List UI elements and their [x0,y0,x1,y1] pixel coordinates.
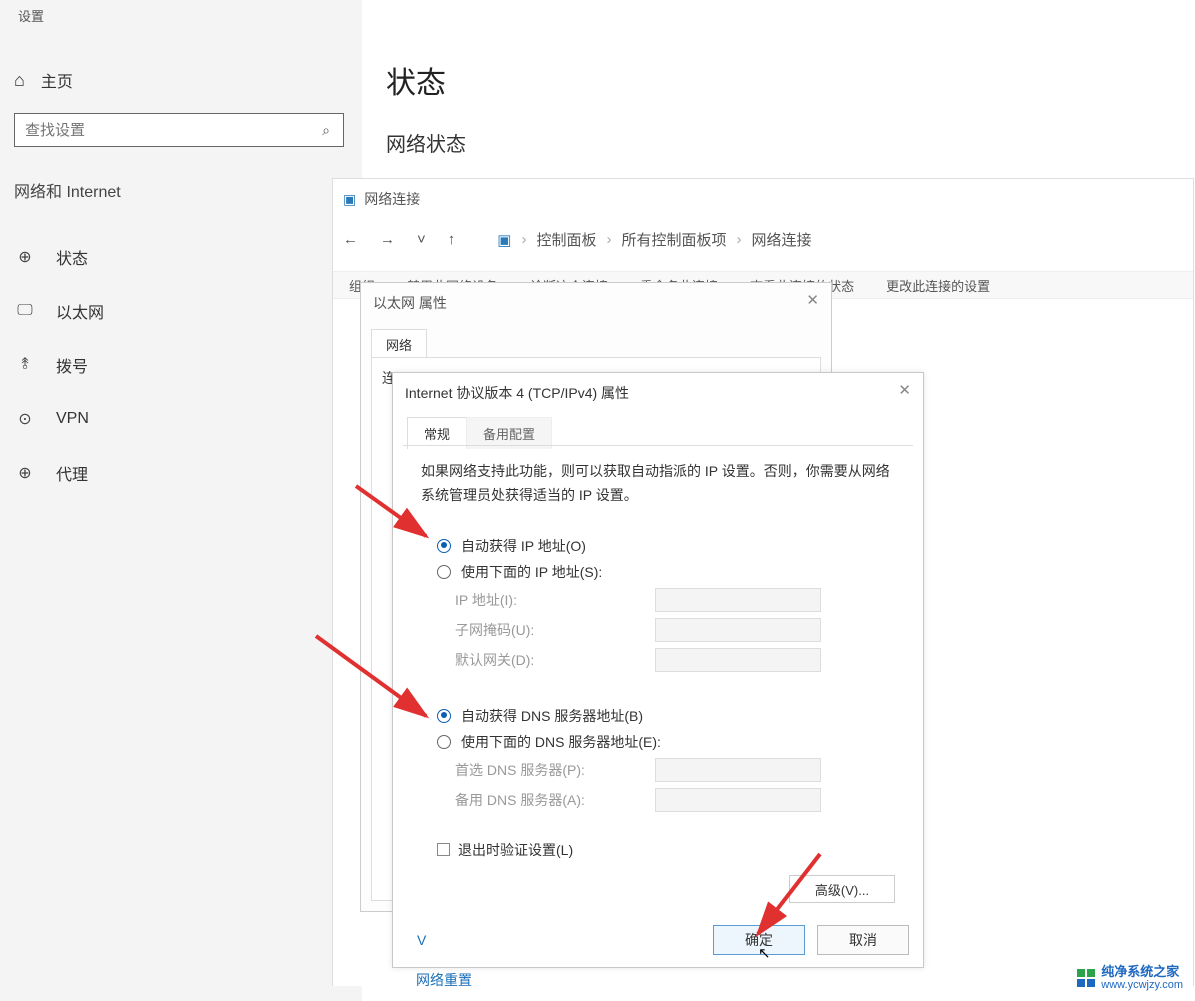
nav-forward-icon[interactable]: → [380,231,395,248]
search-input[interactable] [15,122,309,139]
radio-label: 自动获得 IP 地址(O) [461,536,586,556]
network-reset-link[interactable]: 网络重置 [416,970,472,990]
sidebar-item-label: 代理 [56,461,88,485]
radio-icon [437,709,451,723]
dialup-icon: ⥉ [14,356,36,374]
sidebar-item-label: VPN [56,410,89,428]
field-label: 子网掩码(U): [455,620,655,640]
breadcrumb-sep: › [521,231,526,248]
close-icon[interactable]: ✕ [806,291,819,309]
window-title: 网络连接 [364,189,420,209]
section-heading: 网络状态 [386,128,466,157]
page-title: 状态 [386,58,446,102]
advanced-button[interactable]: 高级(V)... [789,875,895,903]
radio-manual-dns[interactable]: 使用下面的 DNS 服务器地址(E): [437,732,895,752]
sidebar-item-ethernet[interactable]: 🖵 以太网 [0,284,362,338]
sidebar-item-vpn[interactable]: ⊙ VPN [0,392,362,446]
checkbox-label: 退出时验证设置(L) [458,840,573,860]
home-label: 主页 [41,68,73,92]
breadcrumb-item[interactable]: 网络连接 [751,229,811,250]
radio-label: 使用下面的 IP 地址(S): [461,562,602,582]
nav-back-icon[interactable]: ← [343,231,358,248]
radio-icon [437,565,451,579]
field-dns1: 首选 DNS 服务器(P): [455,758,895,782]
watermark-name: 纯净系统之家 [1101,965,1183,979]
toolbar-item[interactable]: 更改此连接的设置 [886,276,990,295]
gateway-input[interactable] [655,648,821,672]
sidebar-item-label: 状态 [56,245,88,269]
field-gateway: 默认网关(D): [455,648,895,672]
search-box[interactable]: ⌕ [14,113,344,147]
watermark: 纯净系统之家 www.ycwjzy.com [1077,965,1183,991]
dns1-input[interactable] [655,758,821,782]
mask-input[interactable] [655,618,821,642]
breadcrumb-item[interactable]: 所有控制面板项 [621,229,726,250]
breadcrumb-sep: › [606,231,611,248]
radio-auto-dns[interactable]: 自动获得 DNS 服务器地址(B) [437,706,895,726]
sidebar-item-status[interactable]: ⊕ 状态 [0,230,362,284]
sidebar-item-proxy[interactable]: ⊕ 代理 [0,446,362,500]
dns2-input[interactable] [655,788,821,812]
explorer-nav: ← → ˅ ↑ ▣ › 控制面板 › 所有控制面板项 › 网络连接 [343,229,812,250]
link-v[interactable]: V [417,932,426,948]
ok-button[interactable]: 确定 [713,925,805,955]
ip-input[interactable] [655,588,821,612]
sidebar-nav: ⊕ 状态 🖵 以太网 ⥉ 拨号 ⊙ VPN ⊕ 代理 [0,230,362,500]
field-dns2: 备用 DNS 服务器(A): [455,788,895,812]
field-label: 默认网关(D): [455,650,655,670]
checkbox-icon [437,843,450,856]
network-window-icon: ▣ [343,191,356,208]
field-mask: 子网掩码(U): [455,618,895,642]
radio-auto-ip[interactable]: 自动获得 IP 地址(O) [437,536,895,556]
field-label: IP 地址(I): [455,590,655,610]
breadcrumb-pc-icon: ▣ [497,231,511,249]
proxy-icon: ⊕ [14,463,36,483]
sidebar-category: 网络和 Internet [14,178,121,202]
field-label: 首选 DNS 服务器(P): [455,760,655,780]
checkbox-validate-exit[interactable]: 退出时验证设置(L) [437,840,895,860]
status-icon: ⊕ [14,247,36,267]
breadcrumb: ▣ › 控制面板 › 所有控制面板项 › 网络连接 [497,229,811,250]
dialog-buttons: 确定 取消 [713,925,909,955]
breadcrumb-sep: › [736,231,741,248]
window-title-row: ▣ 网络连接 [343,189,420,209]
ethernet-icon: 🖵 [14,302,36,320]
breadcrumb-item[interactable]: 控制面板 [536,229,596,250]
field-label: 备用 DNS 服务器(A): [455,790,655,810]
home-icon: ⌂ [14,70,25,91]
radio-label: 使用下面的 DNS 服务器地址(E): [461,732,661,752]
dialog-title: 以太网 属性 [373,293,447,313]
app-title: 设置 [18,6,44,25]
description-text: 如果网络支持此功能，则可以获取自动指派的 IP 设置。否则，你需要从网络系统管理… [421,460,895,508]
watermark-logo-icon [1077,969,1095,987]
watermark-url: www.ycwjzy.com [1101,979,1183,991]
field-ip: IP 地址(I): [455,588,895,612]
ipv4-properties-dialog: Internet 协议版本 4 (TCP/IPv4) 属性 ✕ 常规 备用配置 … [392,372,924,968]
search-icon: ⌕ [309,122,343,139]
radio-label: 自动获得 DNS 服务器地址(B) [461,706,643,726]
sidebar-item-label: 以太网 [56,299,104,323]
vpn-icon: ⊙ [14,409,36,429]
sidebar-item-label: 拨号 [56,353,88,377]
radio-manual-ip[interactable]: 使用下面的 IP 地址(S): [437,562,895,582]
nav-up-icon[interactable]: ↑ [448,231,456,248]
cancel-button[interactable]: 取消 [817,925,909,955]
dialog-pane: 如果网络支持此功能，则可以获取自动指派的 IP 设置。否则，你需要从网络系统管理… [403,445,913,913]
radio-icon [437,539,451,553]
home-nav[interactable]: ⌂ 主页 [14,68,73,92]
sidebar-item-dialup[interactable]: ⥉ 拨号 [0,338,362,392]
nav-dropdown-icon[interactable]: ˅ [417,231,426,248]
dialog-title: Internet 协议版本 4 (TCP/IPv4) 属性 [405,383,629,403]
tab-network[interactable]: 网络 [371,329,427,359]
close-icon[interactable]: ✕ [898,381,911,399]
radio-icon [437,735,451,749]
settings-sidebar: 设置 ⌂ 主页 ⌕ 网络和 Internet ⊕ 状态 🖵 以太网 ⥉ 拨号 ⊙… [0,0,362,1001]
